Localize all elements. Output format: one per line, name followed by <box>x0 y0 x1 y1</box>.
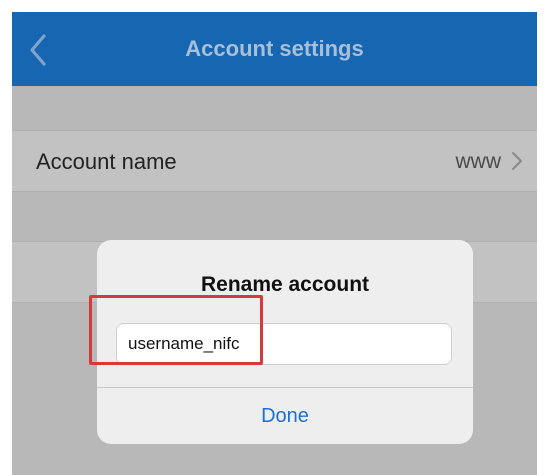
navigation-bar: Account settings <box>12 12 537 86</box>
app-screen: Account settings Account name www Rename… <box>12 12 537 475</box>
chevron-right-icon <box>512 152 522 170</box>
page-title: Account settings <box>185 36 364 61</box>
account-name-row[interactable]: Account name www <box>12 130 537 192</box>
account-name-value: www <box>455 150 502 173</box>
account-name-label: Account name <box>36 149 177 174</box>
rename-account-dialog: Rename account Done <box>97 240 473 444</box>
done-button[interactable]: Done <box>97 388 473 444</box>
dialog-title: Rename account <box>200 273 370 296</box>
account-name-input[interactable] <box>116 323 452 365</box>
